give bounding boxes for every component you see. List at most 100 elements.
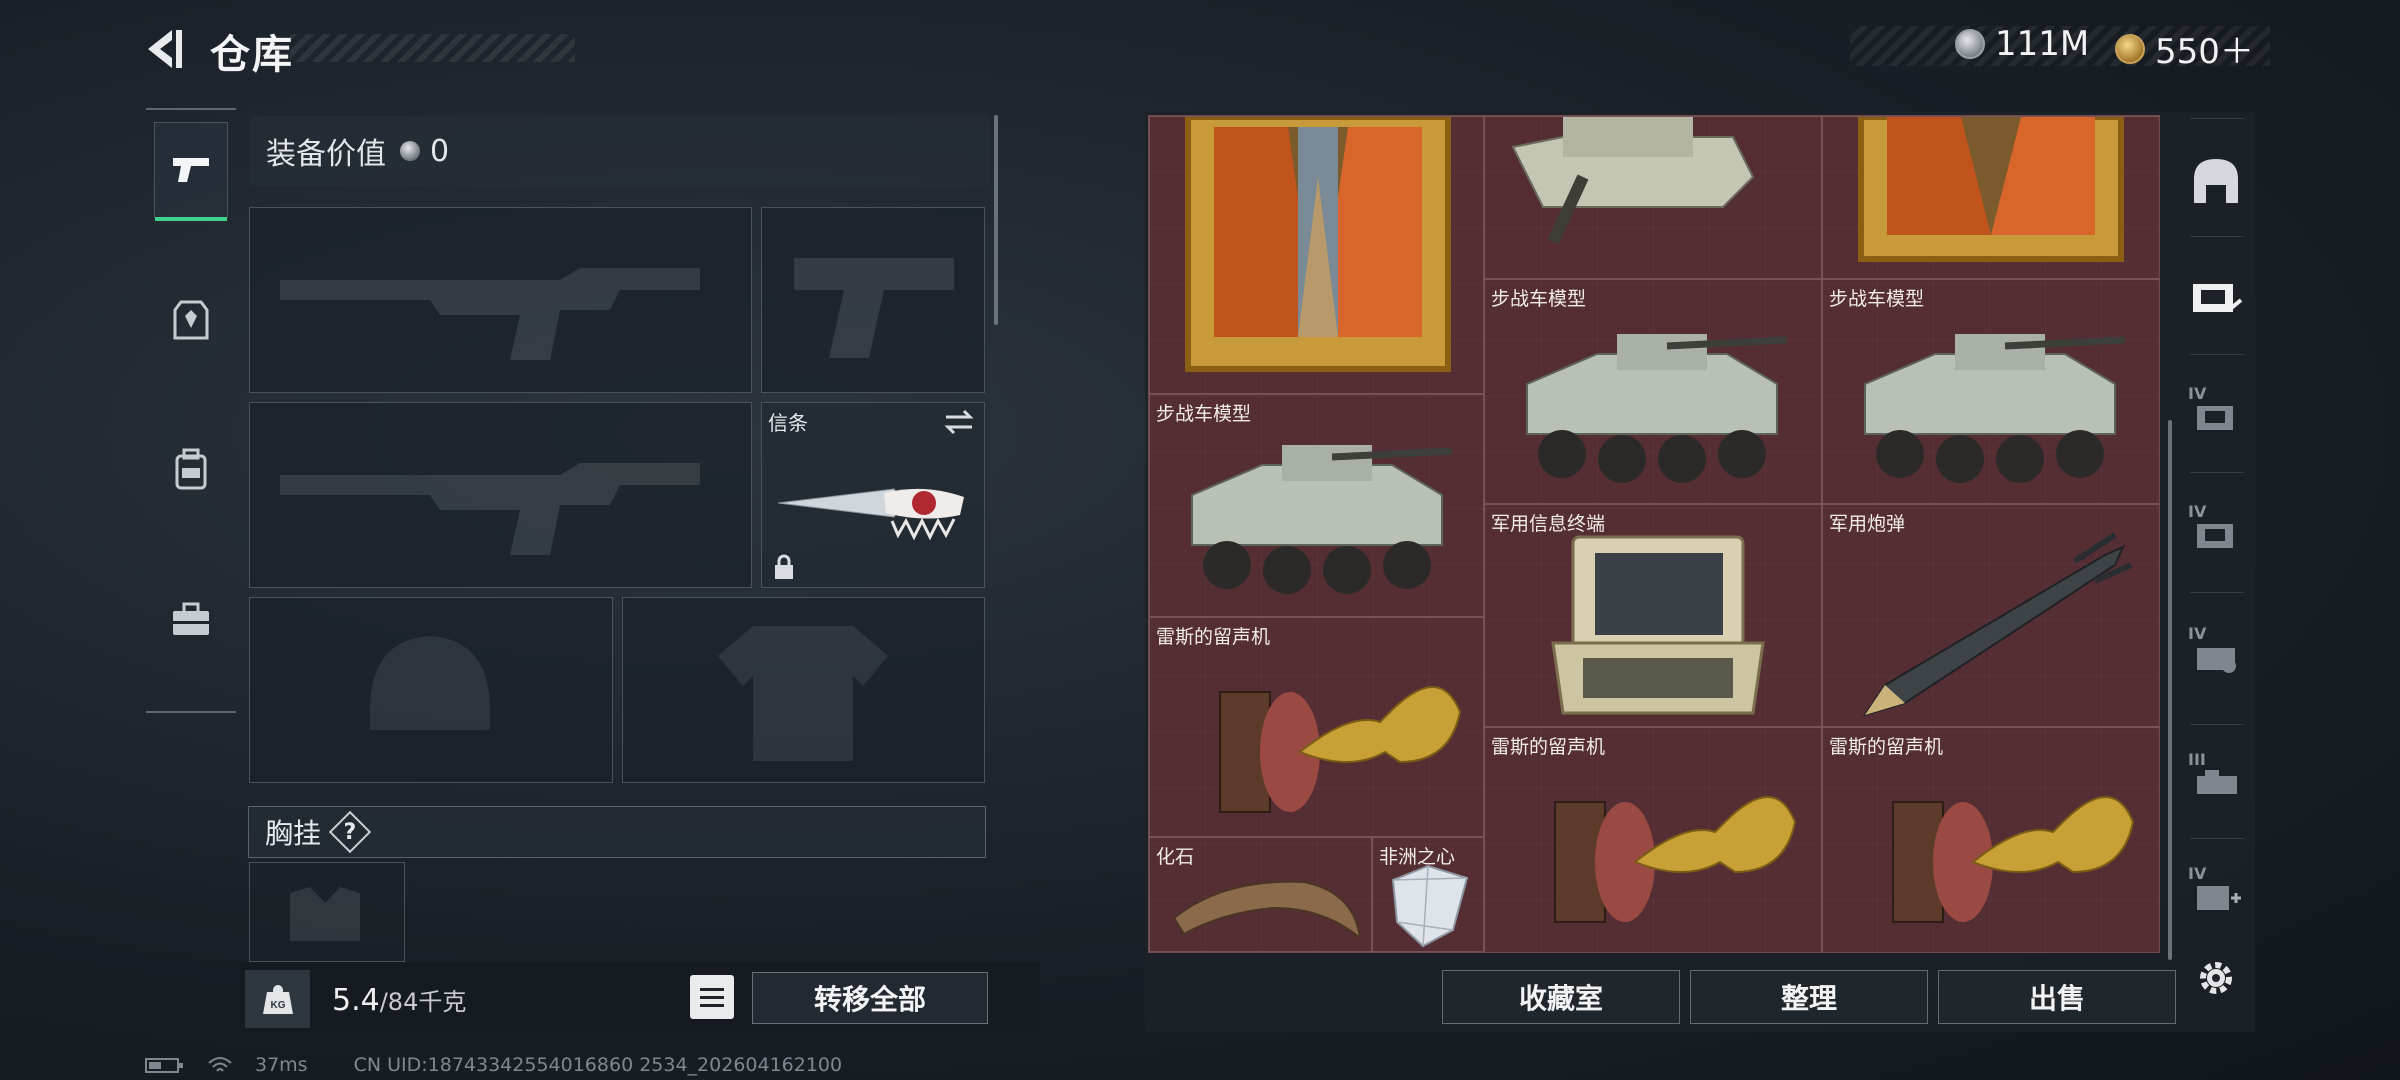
title-stripe (290, 34, 575, 62)
ifv-model-icon (1526, 334, 1788, 483)
stash-item-name: 军用信息终端 (1491, 513, 1606, 535)
weight-glyph: KG (262, 985, 293, 1014)
settings-gear-icon[interactable] (2184, 946, 2248, 1010)
armor-silhouette-icon (718, 626, 888, 761)
stash-item-fossil[interactable]: 化石 (1149, 837, 1372, 952)
collection-room-button[interactable]: 收藏室 (1442, 970, 1680, 1024)
silver-coin-icon (1955, 29, 1985, 59)
tank-icon (1511, 117, 1755, 245)
all-containers-icon[interactable] (2184, 148, 2248, 212)
painting-icon (1858, 117, 2124, 262)
melee-slot-label: 信条 (768, 411, 808, 435)
dome-glyph (2194, 159, 2238, 203)
ping-value: 37ms (255, 1054, 308, 1076)
tier-badge: IV (2188, 624, 2207, 643)
chest-rig-label: 胸挂 (265, 817, 322, 850)
gear-glyph (2200, 962, 2232, 994)
equipment-value: 0 (430, 133, 450, 169)
melee-slot[interactable]: 信条 (761, 402, 985, 588)
case-iv-2-icon[interactable]: IV (2184, 500, 2248, 564)
swap-icon[interactable] (942, 407, 976, 437)
stash-scrollbar[interactable] (2168, 420, 2172, 960)
nav-tab-armor[interactable] (154, 272, 228, 368)
stash-item-name: 步战车模型 (1491, 288, 1587, 310)
nav-tab-case[interactable] (154, 572, 228, 668)
case-iv-3-icon[interactable]: IV (2184, 622, 2248, 686)
tier-badge: III (2188, 750, 2206, 769)
nav-tab-weapons[interactable] (154, 122, 228, 221)
tier-badge: IV (2188, 384, 2207, 403)
equipment-value-label: 装备价值 (266, 137, 386, 172)
artillery-shell-icon (1862, 532, 2133, 717)
stash-item-name: 雷斯的留声机 (1491, 736, 1606, 758)
gramophone-icon (1892, 796, 2135, 923)
loadout-scrollbar[interactable] (994, 115, 998, 325)
stash-item-gramophone[interactable]: 雷斯的留声机 (1822, 727, 2159, 952)
stash-item-ifv-model[interactable]: 步战车模型 (1149, 394, 1484, 617)
chest-rig-header: 胸挂 ? (248, 806, 986, 858)
carry-weight-capacity: /84千克 (379, 988, 467, 1016)
stash-item-tank[interactable] (1484, 116, 1822, 279)
sell-button[interactable]: 出售 (1938, 970, 2176, 1024)
equipment-value-bar: 装备价值 0 (250, 116, 990, 186)
carry-weight-value: 5.4 (332, 983, 380, 1018)
rifle-silhouette-icon (280, 268, 700, 360)
diamond-icon (1391, 864, 1469, 948)
stash-item-name: 化石 (1156, 846, 1195, 868)
carry-weight: 5.4/84千克 (332, 982, 466, 1018)
list-view-button[interactable] (690, 975, 734, 1019)
ifv-model-icon (1191, 445, 1453, 594)
stash-item-gramophone[interactable]: 雷斯的留声机 (1149, 617, 1484, 837)
stash-grid[interactable]: 步战车模型 步战车模型 步战车模型 军用信息终端 军用炮弹 雷斯的留声机 雷斯的… (1148, 115, 2160, 953)
stash-item-name: 步战车模型 (1156, 403, 1252, 425)
gold-currency[interactable]: 550＋ (2115, 24, 2254, 73)
help-icon[interactable]: ? (328, 810, 372, 854)
silver-currency-value: 111M (1995, 24, 2090, 64)
user-uid: CN UID:18743342554016860 2534_2026041621… (353, 1054, 843, 1076)
stash-item-ifv-model[interactable]: 步战车模型 (1484, 279, 1822, 504)
pistol-silhouette-icon (794, 258, 954, 358)
gramophone-icon (1554, 796, 1797, 923)
case-iv-add-icon[interactable]: IV (2184, 862, 2248, 926)
knife-icon (777, 488, 964, 541)
wifi-icon (208, 1057, 232, 1072)
transfer-all-button[interactable]: 转移全部 (752, 972, 988, 1024)
rifle-silhouette-icon (280, 463, 700, 555)
gold-currency-value: 550＋ (2155, 32, 2254, 72)
secondary-weapon-slot[interactable] (249, 402, 752, 588)
case-glyph (2193, 284, 2243, 312)
help-icon-glyph: ? (343, 819, 357, 845)
lock-icon (775, 554, 793, 579)
stash-item-painting[interactable] (1822, 116, 2159, 279)
body-armor-slot[interactable] (622, 597, 985, 783)
weight-icon: KG (245, 970, 310, 1028)
status-bar: 37ms CN UID:18743342554016860 2534_20260… (145, 1054, 842, 1076)
stash-item-name: 雷斯的留声机 (1156, 626, 1271, 648)
silver-coin-icon (400, 141, 420, 161)
stash-item-painting[interactable] (1149, 116, 1484, 394)
case-iv-icon[interactable]: IV (2184, 382, 2248, 446)
stash-item-ifv-model[interactable]: 步战车模型 (1822, 279, 2159, 504)
stash-item-diamond[interactable]: 非洲之心 (1372, 837, 1484, 952)
loadout-tab-nav (146, 108, 236, 713)
stash-item-military-shell[interactable]: 军用炮弹 (1822, 504, 2159, 727)
stash-item-military-terminal[interactable]: 军用信息终端 (1484, 504, 1822, 727)
helmet-slot[interactable] (249, 597, 613, 783)
sidearm-slot[interactable] (761, 207, 985, 393)
stash-item-name: 雷斯的留声机 (1829, 736, 1944, 758)
pistol-icon (173, 158, 209, 182)
gold-coin-icon (2115, 33, 2145, 64)
case-iii-icon[interactable]: III (2184, 748, 2248, 812)
chest-rig-slot[interactable] (249, 862, 405, 962)
back-button[interactable] (140, 24, 190, 74)
primary-weapon-slot[interactable] (249, 207, 752, 393)
rig-silhouette-icon (290, 887, 360, 941)
briefcase-icon (173, 602, 209, 635)
stash-item-name: 步战车模型 (1829, 288, 1925, 310)
nav-tab-backpack[interactable] (154, 422, 228, 518)
helmet-silhouette-icon (370, 636, 490, 730)
silver-currency[interactable]: 111M (1955, 24, 2089, 64)
stash-item-gramophone[interactable]: 雷斯的留声机 (1484, 727, 1822, 952)
case-icon[interactable] (2184, 262, 2248, 326)
organize-button[interactable]: 整理 (1690, 970, 1928, 1024)
